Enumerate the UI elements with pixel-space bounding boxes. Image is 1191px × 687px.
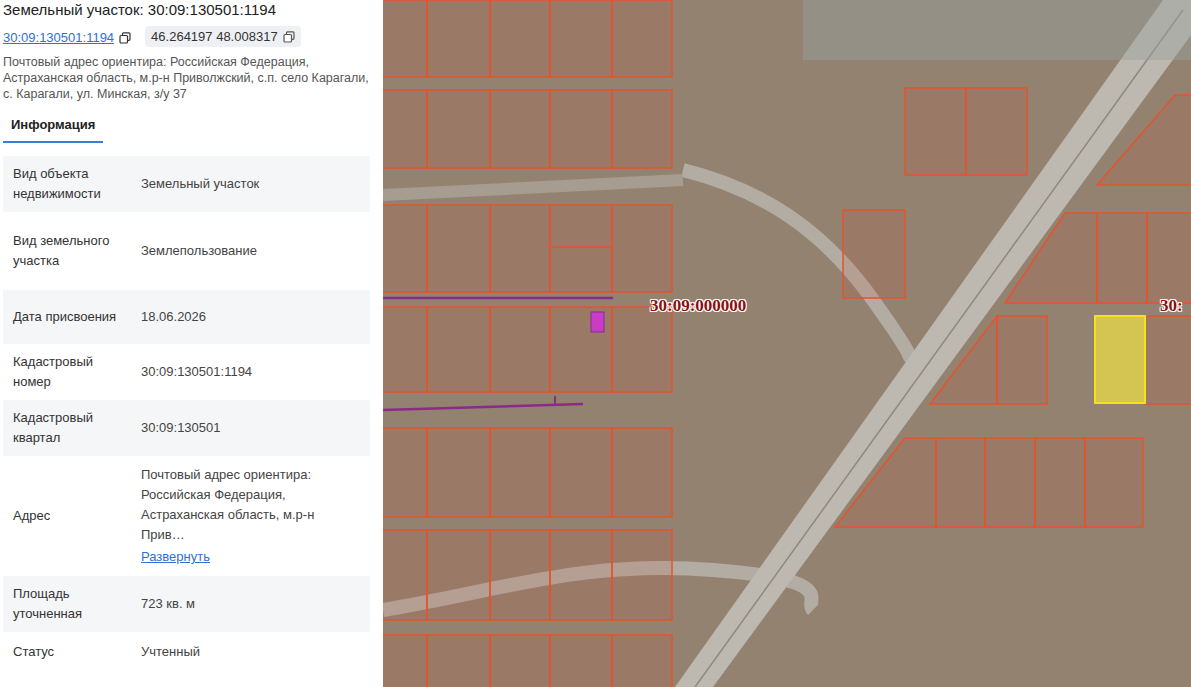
parcel[interactable] <box>427 428 490 517</box>
parcel[interactable] <box>985 438 1035 527</box>
parcel[interactable] <box>550 0 612 77</box>
field-value: Земельный участок <box>141 174 360 194</box>
parcel[interactable] <box>490 530 550 620</box>
parcel[interactable] <box>612 90 672 168</box>
field-label: Дата присвоения <box>13 307 129 327</box>
parcel[interactable] <box>383 428 427 517</box>
parcel[interactable] <box>490 90 550 168</box>
field-label: Адрес <box>13 506 129 526</box>
parcel[interactable] <box>550 530 612 620</box>
chip-label: 30:09:130501:1194 <box>3 30 114 45</box>
parcel[interactable] <box>1147 213 1191 303</box>
copy-icon <box>283 31 295 43</box>
info-row: Кадастровый квартал 30:09:130501 <box>3 400 370 456</box>
parcel[interactable] <box>550 205 612 292</box>
parcel[interactable] <box>550 90 612 168</box>
parcel[interactable] <box>612 307 672 392</box>
parcel[interactable] <box>490 0 550 77</box>
parcel[interactable] <box>1097 95 1191 185</box>
field-value: Учтенный <box>141 642 360 662</box>
parcel[interactable] <box>997 316 1047 404</box>
info-row: Кадастровый номер 30:09:130501:1194 <box>3 344 370 400</box>
quarter-label: 30: <box>1160 296 1183 316</box>
power-line <box>383 297 613 300</box>
field-label: Площадь уточненная <box>13 584 129 624</box>
parcel[interactable] <box>612 205 672 292</box>
parcel[interactable] <box>490 428 550 517</box>
parcel[interactable] <box>1035 438 1085 527</box>
parcel[interactable] <box>383 90 427 168</box>
parcel[interactable] <box>427 0 490 77</box>
parcel[interactable] <box>843 210 905 298</box>
address-line: Почтовый адрес ориентира: Российская Фед… <box>3 54 370 102</box>
info-table: Вид объекта недвижимости Земельный участ… <box>3 156 370 672</box>
chip-label: 46.264197 48.008317 <box>151 29 278 44</box>
copy-chip[interactable]: 46.264197 48.008317 <box>145 26 301 47</box>
power-line <box>383 404 583 410</box>
field-label: Статус <box>13 642 129 662</box>
title: Земельный участок: 30:09:130501:1194 <box>3 1 370 19</box>
parcel[interactable] <box>490 205 550 292</box>
parcel[interactable] <box>612 635 672 687</box>
parcel[interactable] <box>427 90 490 168</box>
parcel[interactable] <box>966 88 1027 175</box>
parcel[interactable] <box>383 307 427 392</box>
parcel[interactable] <box>550 307 612 392</box>
parcel[interactable] <box>383 530 427 620</box>
parcel[interactable] <box>1097 213 1147 303</box>
chip-row: 30:09:130501:1194 46.264197 48.008317 <box>3 25 370 48</box>
parcel[interactable] <box>612 0 672 77</box>
parcel[interactable] <box>612 530 672 620</box>
parcel[interactable] <box>612 428 672 517</box>
info-row: Вид объекта недвижимости Земельный участ… <box>3 156 370 212</box>
parcel[interactable] <box>1005 213 1097 303</box>
parcel[interactable] <box>930 316 997 404</box>
field-label: Вид объекта недвижимости <box>13 164 129 204</box>
quarter-label: 30:09:000000 <box>650 296 746 316</box>
satellite-map <box>383 0 1191 687</box>
parcel[interactable] <box>550 635 612 687</box>
selected-parcel[interactable] <box>1095 316 1145 403</box>
parcel[interactable] <box>427 635 490 687</box>
field-value: Землепользование <box>141 241 360 261</box>
info-panel: Земельный участок: 30:09:130501:1194 30:… <box>0 0 383 687</box>
expand-link[interactable]: Развернуть <box>141 547 360 567</box>
field-value: 30:09:130501 <box>141 418 360 438</box>
info-row: Статус Учтенный <box>3 632 370 672</box>
info-row: Площадь уточненная 723 кв. м <box>3 576 370 632</box>
info-row: Дата присвоения 18.06.2026 <box>3 290 370 344</box>
field-label: Вид земельного участка <box>13 231 129 271</box>
building-marker[interactable] <box>591 312 604 332</box>
parcel[interactable] <box>383 0 427 77</box>
parcel[interactable] <box>427 530 490 620</box>
parcel[interactable] <box>1085 438 1143 527</box>
parcel[interactable] <box>835 438 936 527</box>
parcel[interactable] <box>905 88 966 175</box>
field-label: Кадастровый номер <box>13 352 129 392</box>
parcel[interactable] <box>427 205 490 292</box>
field-label: Кадастровый квартал <box>13 408 129 448</box>
parcel[interactable] <box>383 205 427 292</box>
info-row: Вид земельного участка Землепользование <box>3 212 370 290</box>
field-value: Почтовый адрес ориентира: Российская Фед… <box>141 465 360 567</box>
parcel[interactable] <box>490 307 550 392</box>
tab-bar: Информация <box>3 112 370 144</box>
copy-icon <box>119 32 131 44</box>
parcel[interactable] <box>936 438 985 527</box>
tab[interactable]: Информация <box>3 112 103 143</box>
field-value: 723 кв. м <box>141 594 360 614</box>
parcel[interactable] <box>1145 316 1191 404</box>
parcel[interactable] <box>490 635 550 687</box>
map[interactable]: 30:09:000000 30: <box>383 0 1191 687</box>
parcel[interactable] <box>550 428 612 517</box>
screen: Земельный участок: 30:09:130501:1194 30:… <box>0 0 1191 687</box>
field-value: 30:09:130501:1194 <box>141 362 360 382</box>
copy-chip[interactable]: 30:09:130501:1194 <box>3 27 137 48</box>
parcel[interactable] <box>383 635 427 687</box>
parcel[interactable] <box>427 307 490 392</box>
info-row: Адрес Почтовый адрес ориентира: Российск… <box>3 456 370 576</box>
field-value: 18.06.2026 <box>141 307 360 327</box>
